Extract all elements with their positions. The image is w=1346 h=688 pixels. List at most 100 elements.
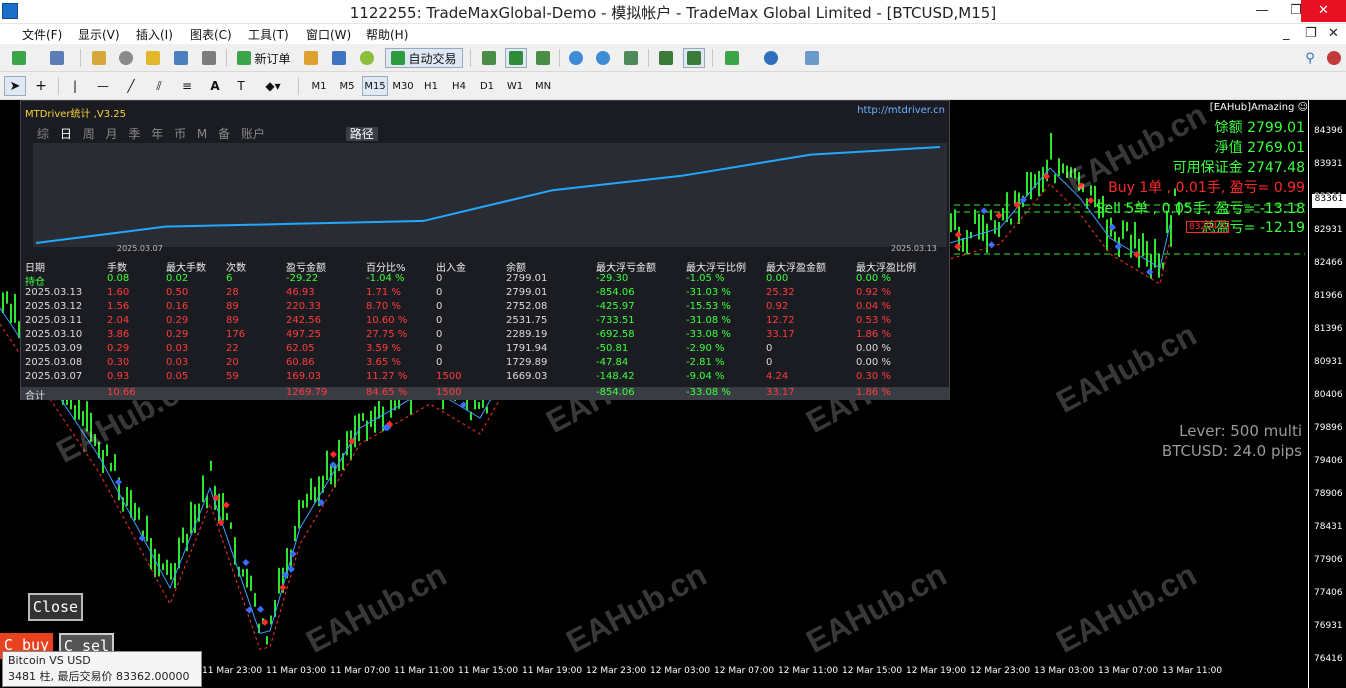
tab-path[interactable]: 路径	[345, 127, 378, 141]
menu-tools[interactable]: 工具(T)	[248, 26, 289, 43]
new-chart-button[interactable]	[4, 48, 34, 68]
favorites-button[interactable]	[142, 48, 164, 68]
metaeditor-button[interactable]	[300, 48, 322, 68]
candle	[302, 500, 304, 509]
menu-view[interactable]: 显示(V)	[78, 26, 120, 43]
table-cell: -29.30	[596, 273, 629, 284]
candle	[162, 563, 164, 571]
text-tool[interactable]: A	[204, 76, 226, 96]
timeframe-m15[interactable]: M15	[362, 76, 388, 96]
zoom-in-button[interactable]	[565, 48, 587, 68]
tester-button[interactable]	[198, 48, 220, 68]
minimize-button[interactable]: —	[1245, 0, 1279, 22]
line-chart-icon	[536, 51, 550, 65]
timeframe-m30[interactable]: M30	[390, 76, 416, 96]
timeframe-m5[interactable]: M5	[334, 76, 360, 96]
timeframe-h4[interactable]: H4	[446, 76, 472, 96]
table-cell: 余额	[506, 263, 526, 274]
fibonacci-tool[interactable]: ≡	[176, 76, 198, 96]
table-cell: -31.03 %	[686, 287, 731, 298]
panel-url-link[interactable]: http://mtdriver.cn	[857, 105, 945, 116]
tab-week[interactable]: 周	[83, 127, 95, 141]
table-cell: -2.90 %	[686, 343, 725, 354]
x-axis-tick: 11 Mar 19:00	[522, 666, 583, 676]
tile-windows-button[interactable]	[620, 48, 642, 68]
vertical-line-tool[interactable]: |	[64, 76, 86, 96]
zoom-out-button[interactable]	[592, 48, 614, 68]
crosshair-tool[interactable]: +	[30, 76, 52, 96]
candle	[950, 213, 952, 233]
table-cell: 盈亏金额	[286, 263, 326, 274]
menu-window[interactable]: 窗口(W)	[306, 26, 351, 43]
x-axis-tick: 11 Mar 23:00	[202, 666, 263, 676]
signals-button[interactable]	[328, 48, 350, 68]
trade-marker	[1108, 223, 1116, 231]
shapes-tool[interactable]: ◆▾	[256, 76, 290, 96]
terminal-button[interactable]	[170, 48, 192, 68]
trade-marker	[242, 558, 250, 567]
community-icon	[1327, 51, 1341, 65]
table-cell: 12.72	[766, 315, 795, 326]
candle	[1002, 207, 1004, 221]
mdi-close-button[interactable]: ✕	[1328, 26, 1339, 41]
panel-tabs: 综 日 周 月 季 年 币 M 备 账户 路径	[37, 125, 385, 142]
candlestick-button[interactable]	[505, 48, 527, 68]
candle	[966, 230, 968, 254]
tab-summary[interactable]: 综	[37, 127, 49, 141]
market-button[interactable]	[356, 48, 378, 68]
timeframe-d1[interactable]: D1	[474, 76, 500, 96]
profiles-button[interactable]	[42, 48, 72, 68]
mdi-minimize-button[interactable]: _	[1283, 26, 1290, 41]
tab-year[interactable]: 年	[151, 127, 163, 141]
timeframe-w1[interactable]: W1	[502, 76, 528, 96]
table-cell: 6	[226, 273, 233, 284]
tab-account[interactable]: 账户	[241, 127, 265, 141]
table-cell: 22	[226, 343, 239, 354]
trendline-tool[interactable]: ╱	[120, 76, 142, 96]
tab-day[interactable]: 日	[60, 127, 72, 141]
timeframe-h1[interactable]: H1	[418, 76, 444, 96]
menu-file[interactable]: 文件(F)	[22, 26, 62, 43]
timeframe-m1[interactable]: M1	[306, 76, 332, 96]
community-button[interactable]	[1324, 48, 1344, 68]
market-watch-button[interactable]	[88, 48, 110, 68]
indicators-button[interactable]	[718, 48, 746, 68]
timeframe-mn[interactable]: MN	[530, 76, 556, 96]
table-cell: -733.51	[596, 315, 635, 326]
candle	[158, 553, 160, 577]
line-chart-button[interactable]	[532, 48, 554, 68]
x-axis-tick: 12 Mar 19:00	[906, 666, 967, 676]
mdi-restore-button[interactable]: ❐	[1305, 26, 1317, 41]
trade-marker	[1042, 172, 1051, 180]
cursor-tool[interactable]: ➤	[4, 76, 26, 96]
chart-shift-button[interactable]	[655, 48, 677, 68]
tab-month[interactable]: 月	[106, 127, 118, 141]
menu-charts[interactable]: 图表(C)	[190, 26, 232, 43]
candle	[246, 568, 248, 588]
tab-magic[interactable]: M	[197, 127, 207, 141]
tab-notes[interactable]: 备	[218, 127, 230, 141]
auto-scroll-button[interactable]	[683, 48, 705, 68]
y-axis-tick: 76416	[1314, 654, 1343, 664]
menu-insert[interactable]: 插入(I)	[136, 26, 173, 43]
mtdriver-stats-panel[interactable]: MTDriver统计 ,V3.25 http://mtdriver.cn 综 日…	[20, 100, 950, 402]
y-axis-tick: 78906	[1314, 489, 1343, 499]
candle	[1130, 234, 1132, 258]
label-tool[interactable]: T	[230, 76, 252, 96]
x-axis-tick: 11 Mar 03:00	[266, 666, 327, 676]
chart-window[interactable]: 84396 83931 83361 82931 82466 81966 81396 80931…	[0, 100, 1346, 688]
horizontal-line-tool[interactable]: —	[92, 76, 114, 96]
menu-help[interactable]: 帮助(H)	[366, 26, 408, 43]
new-order-button[interactable]: 新订单	[234, 48, 294, 68]
templates-button[interactable]	[795, 48, 829, 68]
navigator-button[interactable]	[115, 48, 137, 68]
tab-quarter[interactable]: 季	[128, 127, 140, 141]
search-button[interactable]: ⚲	[1300, 48, 1320, 68]
tab-currency[interactable]: 币	[174, 127, 186, 141]
channel-tool[interactable]: ⫽	[148, 76, 170, 96]
bar-chart-button[interactable]	[478, 48, 500, 68]
close-window-button[interactable]: ✕	[1301, 0, 1346, 22]
periods-button[interactable]	[754, 48, 788, 68]
close-all-button[interactable]: Close	[28, 593, 83, 621]
auto-trading-button[interactable]: 自动交易	[385, 48, 463, 68]
